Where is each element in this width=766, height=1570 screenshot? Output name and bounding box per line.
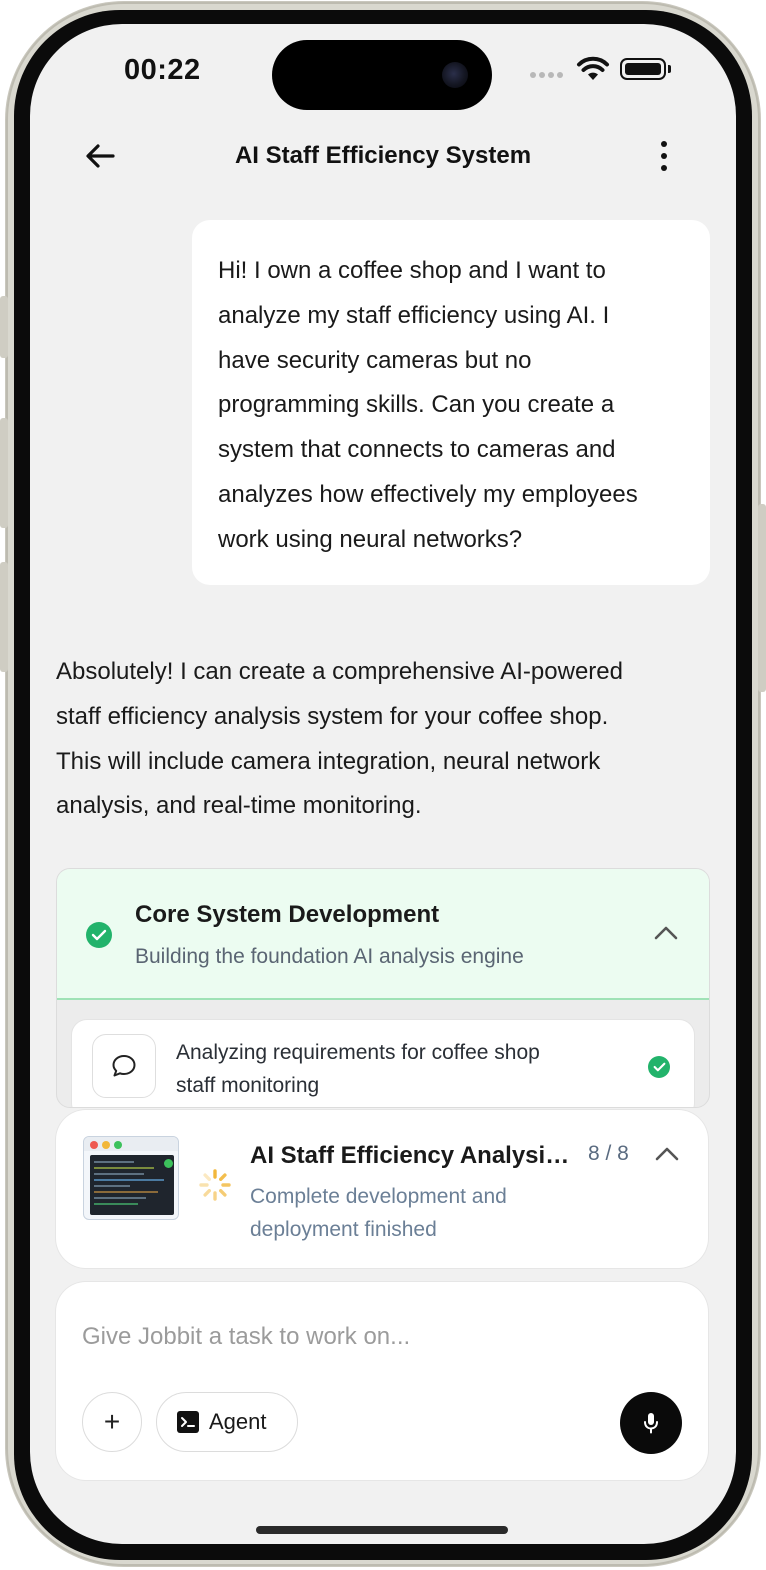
message-line: work using neural networks? xyxy=(218,525,523,553)
message-line: staff efficiency analysis system for you… xyxy=(56,702,609,730)
progress-desc-line: deployment finished xyxy=(250,1218,437,1241)
task-step-card: Analyzing requirements for coffee shop s… xyxy=(71,1019,695,1107)
terminal-icon xyxy=(177,1411,199,1433)
more-options-button[interactable] xyxy=(650,136,678,176)
action-button xyxy=(0,296,8,358)
message-line: Hi! I own a coffee shop and I want to xyxy=(218,257,606,284)
message-line: analyze my staff efficiency using AI. I xyxy=(218,301,610,329)
preview-thumbnail[interactable] xyxy=(83,1136,179,1220)
task-step-line: staff monitoring xyxy=(176,1074,320,1097)
front-camera-icon xyxy=(442,62,468,88)
volume-down-button xyxy=(0,562,8,672)
assistant-message: Absolutely! I can create a comprehensive… xyxy=(56,650,706,829)
message-line: analyzes how effectively my employees xyxy=(218,480,638,508)
task-group-title: Core System Development xyxy=(135,901,440,928)
message-line: system that connects to cameras and xyxy=(218,436,616,464)
task-input[interactable] xyxy=(82,1320,642,1354)
chat-bubble-icon xyxy=(92,1034,156,1098)
progress-count: 8 / 8 xyxy=(588,1142,629,1165)
message-line: This will include camera integration, ne… xyxy=(56,747,601,775)
agent-mode-label: Agent xyxy=(209,1409,267,1434)
task-step-text: Analyzing requirements for coffee shop s… xyxy=(176,1036,616,1102)
message-line: programming skills. Can you create a xyxy=(218,391,615,419)
battery-icon xyxy=(620,58,666,80)
task-progress-card[interactable]: AI Staff Efficiency Analysis System 8 / … xyxy=(56,1110,708,1268)
progress-description: Complete development and deployment fini… xyxy=(250,1180,570,1246)
progress-desc-line: Complete development and xyxy=(250,1185,507,1208)
dynamic-island xyxy=(272,40,492,110)
voice-input-button[interactable] xyxy=(620,1392,682,1454)
task-group-header[interactable]: Core System Development Building the fou… xyxy=(57,869,709,1000)
power-button xyxy=(758,504,766,692)
chevron-up-icon[interactable] xyxy=(654,1146,680,1162)
step-done-check-icon xyxy=(648,1056,670,1078)
message-composer: + Agent xyxy=(56,1282,708,1480)
battery-tip xyxy=(668,65,671,73)
more-vertical-icon xyxy=(661,141,667,147)
message-line: Absolutely! I can create a comprehensive… xyxy=(56,658,623,685)
microphone-icon xyxy=(644,1413,658,1434)
screen: 00:22 AI Staff Efficiency System Hi! I o… xyxy=(30,24,736,1544)
home-indicator[interactable] xyxy=(256,1526,508,1534)
loading-spinner-icon xyxy=(199,1169,231,1201)
chevron-up-icon[interactable] xyxy=(653,925,679,941)
check-circle-icon xyxy=(86,922,112,948)
task-group-panel: Core System Development Building the fou… xyxy=(56,868,710,1108)
task-step-line: Analyzing requirements for coffee shop xyxy=(176,1041,540,1064)
progress-title: AI Staff Efficiency Analysis System xyxy=(250,1142,580,1169)
user-message-bubble: Hi! I own a coffee shop and I want to an… xyxy=(192,220,710,585)
status-time: 00:22 xyxy=(124,54,201,86)
wifi-icon xyxy=(577,56,609,80)
add-attachment-button[interactable]: + xyxy=(82,1392,142,1452)
task-group-subtitle: Building the foundation AI analysis engi… xyxy=(135,945,524,968)
agent-mode-button[interactable]: Agent xyxy=(156,1392,298,1452)
cellular-signal-icon xyxy=(530,72,563,78)
message-line: analysis, and real-time monitoring. xyxy=(56,792,422,820)
page-title: AI Staff Efficiency System xyxy=(234,142,532,169)
message-line: have security cameras but no xyxy=(218,346,532,374)
volume-up-button xyxy=(0,418,8,528)
